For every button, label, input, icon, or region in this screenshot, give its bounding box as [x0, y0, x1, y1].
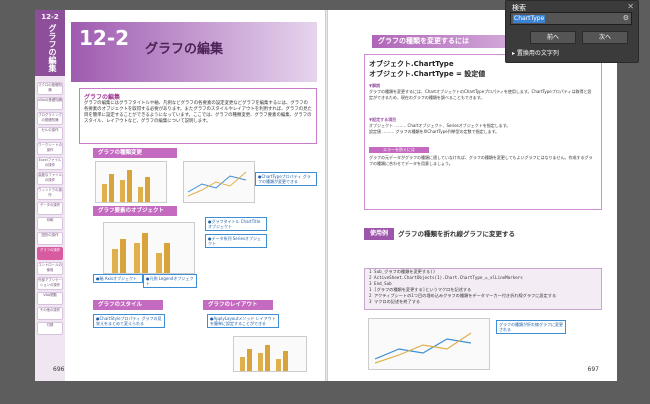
- subheading-chart-objects: グラフ要素のオブジェクト: [93, 206, 177, 216]
- page-number-right: 697: [587, 366, 599, 373]
- example-label: 使用例: [364, 228, 394, 240]
- example-header: 使用例 グラフの種類を折れ線グラフに変更する: [364, 228, 600, 240]
- syntax-line-2: オブジェクト.ChartType = 設定値: [369, 70, 486, 78]
- chart-elements-figure: [103, 222, 195, 274]
- callout-layout: ●ApplyLayoutメソッド レイアウトを簡単に設定することができる: [207, 314, 279, 328]
- subheading-chart-type: グラフの種類変更: [93, 148, 177, 158]
- page-number-left: 696: [53, 366, 65, 373]
- chapter-tab[interactable]: セルの操作: [37, 127, 63, 140]
- chapter-tab[interactable]: その他の操作: [37, 307, 63, 320]
- chapter-sidebar: 12-2 グラフの編集 マクロの基礎知識 VBAの基礎知識 プログラミングの基礎知識…: [35, 10, 65, 381]
- subheading-chart-layout: グラフのレイアウト: [203, 300, 273, 310]
- chapter-tab[interactable]: 印刷: [37, 217, 63, 230]
- next-button[interactable]: 次へ: [582, 31, 628, 44]
- gear-icon[interactable]: ⚙: [623, 14, 629, 22]
- banner-title: グラフの編集: [145, 42, 224, 57]
- callout-result: グラフの種類が折れ線グラフに変更される: [496, 320, 566, 334]
- special-characters-toggle[interactable]: ▸ 置換用の文字列: [512, 48, 559, 57]
- chapter-tab[interactable]: 外部アプリケーションの操作: [37, 277, 63, 290]
- chapter-tab[interactable]: グラフの操作: [37, 247, 63, 260]
- chapter-tab[interactable]: VBA関数: [37, 292, 63, 305]
- error-text: グラフの元データがグラフの種類に適していなければ、グラフの種類を変更してもよいグ…: [369, 155, 593, 166]
- banner-number: 12-2: [79, 26, 130, 50]
- chapter-tab[interactable]: マクロの基礎知識: [37, 82, 63, 95]
- chapter-tab[interactable]: プログラミングの基礎知識: [37, 112, 63, 125]
- chapter-tab[interactable]: ウィンドウの操作: [37, 187, 63, 200]
- bar-chart-thumbnail: [95, 161, 167, 203]
- search-query: ChartType: [513, 15, 546, 23]
- side-header: 12-2 グラフの編集: [35, 10, 65, 76]
- result-line-chart-icon: [374, 332, 472, 364]
- search-panel: 検索 ✕ ChartType ⚙ 前へ 次へ ▸ 置換用の文字列: [505, 0, 639, 63]
- line-chart-result: [368, 318, 490, 370]
- layout-chart-thumbnail: [233, 336, 307, 372]
- side-section-title: グラフの編集: [48, 24, 57, 72]
- settings-object: オブジェクト ……… Chartオブジェクト、Seriesオブジェクトを指定しま…: [369, 123, 511, 128]
- syntax-block: オブジェクト.ChartType オブジェクト.ChartType = 設定値: [369, 59, 485, 79]
- document-viewer[interactable]: 12-2 グラフの編集 マクロの基礎知識 VBAの基礎知識 プログラミングの基礎知識…: [0, 0, 650, 404]
- lead-text: グラフの編集にはグラフタイトルや軸、凡例などグラフの各要素の設定変更などグラフを…: [84, 101, 312, 124]
- example-title: グラフの種類を折れ線グラフに変更する: [398, 230, 515, 238]
- line-chart-icon: [187, 171, 247, 197]
- settings-value: 設定値 ……… グラフの種類をXlChartType列挙型の定数で指定します。: [369, 129, 500, 134]
- right-page: グラフの種類を変更するには オブジェクト.ChartType オブジェクト.Ch…: [328, 10, 617, 381]
- chapter-tab[interactable]: 付録: [37, 322, 63, 335]
- callout-chart-style: ●ChartStyleプロパティ グラフの見栄えをまとめて変えられる: [93, 314, 165, 328]
- chapter-tab[interactable]: Excelファイルの操作: [37, 157, 63, 170]
- chapter-tab[interactable]: 高度なファイルの操作: [37, 172, 63, 185]
- left-page: 12-2 グラフの編集 マクロの基礎知識 VBAの基礎知識 プログラミングの基礎知識…: [35, 10, 325, 381]
- syntax-line-1: オブジェクト.ChartType: [369, 60, 454, 68]
- error-label: エラーを防ぐには: [369, 147, 429, 153]
- side-section-number: 12-2: [41, 13, 59, 21]
- chapter-tab[interactable]: データの操作: [37, 202, 63, 215]
- explain-text: グラフの種類を変更するには、ChartオブジェクトのChartTypeプロパティ…: [369, 89, 592, 100]
- chapter-tab[interactable]: VBAの基礎知識: [37, 97, 63, 110]
- lead-box: グラフの編集 グラフの編集にはグラフタイトルや軸、凡例などグラフの各要素の設定変…: [79, 88, 317, 144]
- explain-label: ▼解説: [369, 83, 381, 88]
- search-input[interactable]: ChartType ⚙: [510, 12, 632, 25]
- callout-series: ●データ系列 Seriesオブジェクト: [205, 234, 267, 248]
- close-icon[interactable]: ✕: [627, 2, 634, 11]
- previous-button[interactable]: 前へ: [530, 31, 576, 44]
- callout-legend: ●凡例 Legendオブジェクト: [143, 274, 197, 288]
- line-chart-thumbnail: [183, 161, 255, 203]
- code-line: 3 マクロの記述を終了する: [369, 299, 421, 304]
- chapter-tab[interactable]: ワークシートの操作: [37, 142, 63, 155]
- lead-title: グラフの編集: [84, 94, 121, 101]
- chapter-list: マクロの基礎知識 VBAの基礎知識 プログラミングの基礎知識 セルの操作ワークシートの…: [37, 82, 63, 337]
- callout-axis: ●軸 Axisオブジェクト: [93, 274, 143, 283]
- chapter-tab[interactable]: 図形の操作: [37, 232, 63, 245]
- callout-chart-title: ●グラフタイトル ChartTitleオブジェクト: [205, 217, 267, 231]
- callout-charttype: ●ChartTypeプロパティ グラフの種類が変更できる: [255, 172, 317, 186]
- chapter-tab[interactable]: コントロールの使用: [37, 262, 63, 275]
- code-block: 1 Sub_グラフの種類を変更する() 2 ActiveSheet.ChartOb…: [364, 268, 602, 310]
- syntax-box: オブジェクト.ChartType オブジェクト.ChartType = 設定値 …: [364, 54, 602, 210]
- subheading-chart-style: グラフのスタイル: [93, 300, 163, 310]
- settings-label: ▼設定する項目: [369, 117, 397, 122]
